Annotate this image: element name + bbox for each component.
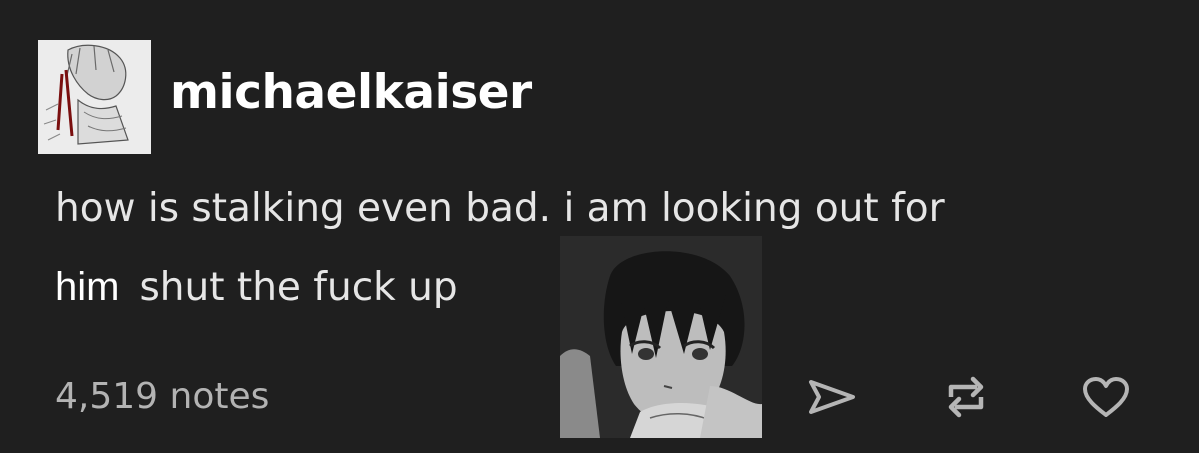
post-body-word: him: [55, 265, 120, 309]
post-body-reply-text: shut the fuck up: [139, 265, 458, 310]
share-icon: [807, 377, 857, 417]
heart-icon: [1081, 375, 1131, 419]
tumblr-post: michaelkaiser how is stalking even bad. …: [0, 0, 1199, 453]
like-button[interactable]: [1080, 372, 1132, 422]
share-button[interactable]: [806, 372, 858, 422]
avatar[interactable]: [38, 40, 151, 154]
post-body-line-2: him shut the fuck up: [55, 262, 458, 313]
username-link[interactable]: michaelkaiser: [170, 58, 532, 128]
manga-character-image[interactable]: [560, 236, 762, 438]
notes-count[interactable]: 4,519 notes: [55, 372, 269, 422]
post-body-line-1: how is stalking even bad. i am looking o…: [55, 186, 945, 231]
reblog-button[interactable]: [940, 372, 992, 422]
reblog-icon: [943, 375, 989, 419]
